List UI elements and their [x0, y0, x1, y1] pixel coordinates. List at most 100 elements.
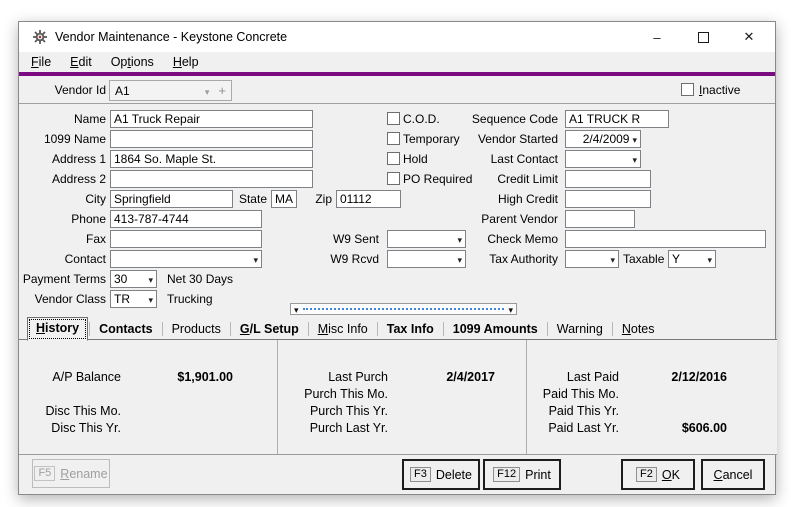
address2-field[interactable]: [110, 170, 313, 188]
ap-balance-label: A/P Balance: [19, 370, 121, 384]
fax-field[interactable]: [110, 230, 262, 248]
history-panel: A/P Balance$1,901.00 Disc This Mo. Disc …: [19, 339, 777, 455]
tab-notes[interactable]: Notes: [614, 319, 663, 340]
taxable-combo[interactable]: Y: [668, 250, 716, 268]
state-label: State: [236, 190, 267, 208]
address1-field[interactable]: 1864 So. Maple St.: [110, 150, 313, 168]
contact-combo[interactable]: [110, 250, 262, 268]
po-required-checkbox[interactable]: [387, 172, 400, 185]
collapse-splitter[interactable]: [290, 303, 517, 315]
vendor-class-desc: Trucking: [167, 290, 213, 308]
menu-edit[interactable]: Edit: [70, 55, 92, 69]
temporary-checkbox[interactable]: [387, 132, 400, 145]
cod-checkbox[interactable]: [387, 112, 400, 125]
minimize-icon[interactable]: –: [641, 24, 673, 50]
disc-this-mo-label: Disc This Mo.: [19, 404, 121, 418]
window-controls: – ✕: [641, 24, 765, 50]
last-paid-value: 2/12/2016: [619, 370, 727, 384]
vendor-started-combo[interactable]: 2/4/2009: [565, 130, 641, 148]
high-credit-field[interactable]: [565, 190, 651, 208]
ok-button[interactable]: F2 OK: [621, 459, 695, 490]
name-1099-label: 1099 Name: [19, 130, 106, 148]
menu-options[interactable]: Options: [111, 55, 154, 69]
vendor-maintenance-window: Vendor Maintenance - Keystone Concrete –…: [18, 21, 776, 495]
add-vendor-icon[interactable]: +: [218, 83, 226, 98]
paid-last-yr-label: Paid Last Yr.: [527, 421, 619, 435]
name-1099-field[interactable]: [110, 130, 313, 148]
last-paid-label: Last Paid: [527, 370, 619, 384]
ap-balance-value: $1,901.00: [121, 370, 233, 384]
hold-label: Hold: [403, 151, 428, 167]
menu-file[interactable]: File: [31, 55, 51, 69]
vendor-id-combo[interactable]: A1 +: [109, 80, 232, 101]
vendor-started-dropdown-icon[interactable]: [632, 132, 637, 147]
paid-this-yr-label: Paid This Yr.: [527, 404, 619, 418]
last-contact-dropdown-icon[interactable]: [632, 152, 637, 167]
parent-vendor-field[interactable]: [565, 210, 635, 228]
last-contact-combo[interactable]: [565, 150, 641, 168]
tab-1099-amounts[interactable]: 1099 Amounts: [445, 319, 546, 340]
tab-products[interactable]: Products: [164, 319, 229, 340]
splitter-dotted-line: [303, 308, 505, 310]
history-payments-column: Last Paid2/12/2016 Paid This Mo. Paid Th…: [527, 340, 777, 454]
name-field[interactable]: A1 Truck Repair: [110, 110, 313, 128]
menu-help[interactable]: Help: [173, 55, 199, 69]
cod-label: C.O.D.: [403, 111, 440, 127]
delete-button[interactable]: F3 Delete: [402, 459, 480, 490]
tab-misc-info[interactable]: Misc Info: [310, 319, 376, 340]
payment-terms-dropdown-icon[interactable]: [148, 272, 153, 287]
last-purch-value: 2/4/2017: [388, 370, 495, 384]
payment-terms-label: Payment Terms: [19, 270, 106, 288]
city-field[interactable]: Springfield: [110, 190, 233, 208]
maximize-icon[interactable]: [687, 24, 719, 50]
state-field[interactable]: MA: [271, 190, 297, 208]
tax-authority-combo[interactable]: [565, 250, 619, 268]
vendor-class-label: Vendor Class: [19, 290, 106, 308]
history-purchases-column: Last Purch2/4/2017 Purch This Mo. Purch …: [277, 340, 527, 454]
purch-this-mo-label: Purch This Mo.: [278, 387, 388, 401]
tab-strip: History Contacts Products G/L Setup Misc…: [27, 318, 663, 340]
taxable-dropdown-icon[interactable]: [707, 252, 712, 267]
payment-terms-combo[interactable]: 30: [110, 270, 157, 288]
print-button[interactable]: F12 Print: [483, 459, 561, 490]
vendor-started-label: Vendor Started: [439, 130, 558, 148]
tab-tax-info[interactable]: Tax Info: [379, 319, 442, 340]
w9-sent-label: W9 Sent: [309, 230, 379, 248]
parent-vendor-label: Parent Vendor: [439, 210, 558, 228]
vendor-class-dropdown-icon[interactable]: [148, 292, 153, 307]
vendor-id-dropdown-icon[interactable]: [205, 84, 210, 98]
vendor-id-value: A1: [115, 84, 205, 98]
hold-checkbox[interactable]: [387, 152, 400, 165]
tax-authority-label: Tax Authority: [439, 250, 558, 268]
zip-field[interactable]: 01112: [336, 190, 401, 208]
address2-label: Address 2: [19, 170, 106, 188]
inactive-checkbox[interactable]: [681, 83, 694, 96]
check-memo-field[interactable]: [565, 230, 766, 248]
address1-label: Address 1: [19, 150, 106, 168]
credit-limit-label: Credit Limit: [439, 170, 558, 188]
paid-last-yr-value: $606.00: [619, 421, 727, 435]
tab-gl-setup[interactable]: G/L Setup: [232, 319, 307, 340]
last-contact-label: Last Contact: [439, 150, 558, 168]
phone-label: Phone: [19, 210, 106, 228]
chevron-down-icon: [294, 300, 299, 318]
fax-label: Fax: [19, 230, 106, 248]
sequence-code-field[interactable]: A1 TRUCK R: [565, 110, 669, 128]
phone-field[interactable]: 413-787-4744: [110, 210, 262, 228]
credit-limit-field[interactable]: [565, 170, 651, 188]
paid-this-mo-label: Paid This Mo.: [527, 387, 619, 401]
history-balance-column: A/P Balance$1,901.00 Disc This Mo. Disc …: [19, 340, 277, 454]
last-purch-label: Last Purch: [278, 370, 388, 384]
close-icon[interactable]: ✕: [733, 24, 765, 50]
tab-warning[interactable]: Warning: [549, 319, 611, 340]
rename-button[interactable]: F5 Rename: [32, 459, 110, 488]
tab-contacts[interactable]: Contacts: [91, 319, 160, 340]
contact-dropdown-icon[interactable]: [253, 252, 258, 267]
tab-history[interactable]: History: [27, 317, 88, 341]
vendor-class-combo[interactable]: TR: [110, 290, 157, 308]
tax-authority-dropdown-icon[interactable]: [610, 252, 615, 267]
taxable-label: Taxable: [623, 250, 664, 268]
purch-this-yr-label: Purch This Yr.: [278, 404, 388, 418]
cancel-button[interactable]: Cancel: [701, 459, 765, 490]
f2-keycap: F2: [636, 467, 657, 482]
